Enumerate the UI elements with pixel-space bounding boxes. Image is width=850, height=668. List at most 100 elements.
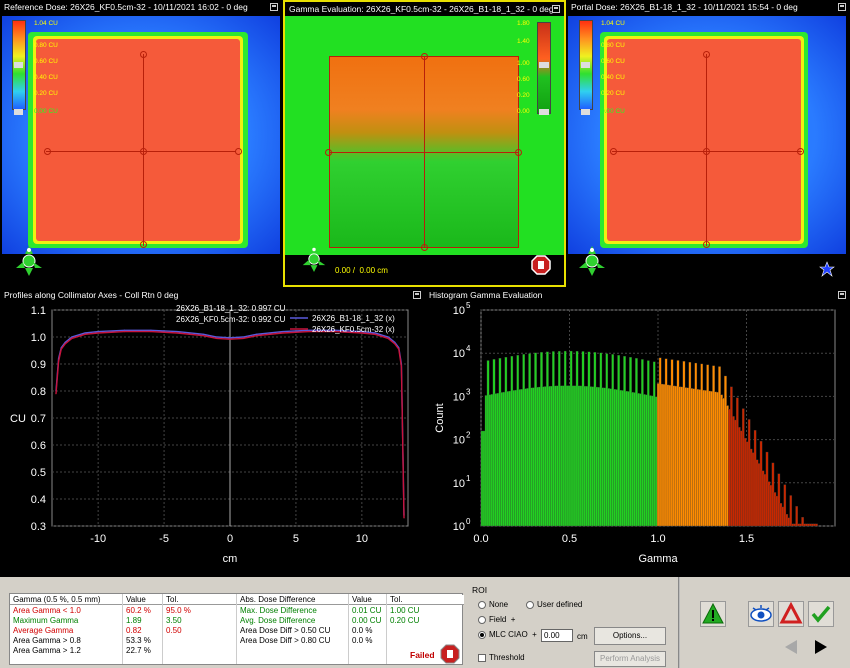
data-point (387, 337, 389, 339)
results-area: Gamma (0.5 %, 0.5 mm) Value Tol. Abs. Do… (0, 577, 850, 668)
y-tick-exponent: 5 (466, 302, 471, 310)
maximize-icon[interactable] (838, 3, 846, 11)
data-point (282, 331, 284, 333)
gantry-orientation-icon[interactable] (301, 246, 327, 272)
colorbar-label: 0.20 CU (601, 90, 625, 97)
table-row: Area Gamma > 1.2 22.7 % (10, 646, 236, 655)
data-point (123, 329, 126, 331)
y-tick-label: 0.8 (31, 386, 46, 398)
star-icon[interactable] (819, 261, 835, 277)
roi-field-radio[interactable]: Field + (478, 615, 515, 624)
data-point (64, 343, 66, 345)
roi-none-radio[interactable]: None (478, 600, 508, 609)
profile-readout-1: 26X26_B1-18_1_32: 0.997 CU (176, 304, 286, 313)
reference-colorbar[interactable]: 1.04 CU 0.80 CU 0.60 CU 0.40 CU 0.20 CU … (12, 20, 76, 120)
cell-value: 0.00 CU (352, 616, 382, 625)
roi-field-plus: + (510, 615, 516, 624)
roi-user-label: User defined (537, 600, 583, 609)
data-point (403, 517, 405, 519)
y-tick-label: 0.4 (31, 494, 46, 506)
colorbar-label: 0.80 CU (601, 42, 625, 49)
data-point (282, 332, 284, 334)
header-tol: Tol. (166, 595, 179, 604)
data-point (242, 337, 244, 339)
x-tick-label: 1.0 (650, 533, 665, 545)
roi-none-label: None (489, 600, 509, 609)
table-row: Avg. Dose Difference 0.00 CU 0.20 CU (10, 616, 464, 625)
header-value: Value (126, 595, 146, 604)
reference-dose-panel: Reference Dose: 26X26_KF0.5cm-32 - 10/11… (0, 0, 282, 287)
histogram-title: Histogram Gamma Evaluation (425, 288, 850, 302)
roi-margin-unit: cm (577, 632, 588, 641)
y-tick-base: 10 (453, 348, 465, 360)
gantry-orientation-icon[interactable] (577, 246, 607, 276)
data-point (216, 336, 218, 338)
maximize-icon[interactable] (838, 291, 846, 299)
gantry-orientation-icon[interactable] (14, 246, 44, 276)
portal-colorbar[interactable]: 1.04 CU 0.80 CU 0.60 CU 0.40 CU 0.20 CU … (579, 20, 643, 120)
data-point (84, 332, 86, 334)
delta-icon[interactable] (778, 601, 804, 627)
data-point (97, 332, 99, 334)
y-tick-exponent: 4 (466, 344, 471, 353)
data-point (394, 343, 396, 345)
x-tick-label: 0.5 (562, 533, 577, 545)
reference-dose-title: Reference Dose: 26X26_KF0.5cm-32 - 10/11… (0, 0, 282, 14)
data-point (176, 331, 178, 333)
y-tick-label: 1.0 (31, 332, 46, 344)
x-axis-label: cm (223, 553, 238, 565)
y-tick-exponent: 0 (466, 517, 471, 526)
y-tick-exponent: 1 (466, 474, 471, 483)
next-arrow-icon[interactable] (814, 639, 828, 655)
cell-tol: 0.20 CU (390, 616, 420, 625)
cell-label: Area Dose Diff > 0.50 CU (240, 626, 331, 635)
header-tol: Tol. (390, 595, 403, 604)
roi-user-radio[interactable]: User defined (526, 600, 582, 609)
accept-check-icon[interactable] (808, 601, 834, 627)
cell-label: Max. Dose Difference (240, 606, 317, 615)
data-point (216, 337, 218, 339)
table-header: Gamma (0.5 %, 0.5 mm) Value Tol. Abs. Do… (10, 595, 464, 604)
colorbar-label: 0.20 CU (34, 90, 58, 97)
gamma-histogram-chart[interactable]: 10 010 110 210 310 410 50.0 0.5 1.0 1.5GammaCount (425, 302, 850, 576)
data-point (150, 329, 152, 331)
histogram-bar (795, 506, 798, 527)
perform-analysis-button[interactable]: Perform Analysis (594, 651, 666, 667)
roi-margin-input[interactable]: 0.00 (541, 629, 573, 642)
data-point (71, 336, 73, 338)
y-axis-label: CU (10, 413, 26, 425)
y-tick-exponent: 3 (466, 387, 471, 396)
y-tick-label: 1.1 (31, 305, 46, 317)
data-point (84, 333, 86, 335)
threshold-checkbox[interactable]: Threshold (478, 653, 525, 662)
x-tick-label: 0.0 (473, 533, 488, 545)
profiles-title: Profiles along Collimator Axes - Coll Rt… (0, 288, 425, 302)
colorbar-label: 0.60 CU (34, 58, 58, 65)
x-tick-label: 1.5 (739, 533, 754, 545)
maximize-icon[interactable] (270, 3, 278, 11)
data-point (255, 333, 257, 335)
gamma-evaluation-panel: Gamma Evaluation: 26X26_KF0.5cm-32 - 26X… (283, 0, 566, 287)
cell-value: 22.7 % (126, 646, 151, 655)
profiles-panel: Profiles along Collimator Axes - Coll Rt… (0, 288, 425, 576)
y-axis-label: Count (434, 403, 446, 432)
data-point (308, 329, 310, 331)
options-button[interactable]: Options... (594, 627, 666, 645)
data-point (150, 331, 152, 333)
fail-stop-icon[interactable] (531, 255, 551, 275)
profiles-chart[interactable]: 0.3 0.4 0.5 0.6 0.7 0.8 0.9 1.0 1.1 -10 -5 0 5 10 26X2… (0, 302, 425, 576)
warning-icon[interactable] (700, 601, 726, 627)
gamma-colorbar[interactable]: 1.80 1.40 1.00 0.60 0.20 0.00 (513, 20, 563, 120)
view-eye-icon[interactable] (748, 601, 774, 627)
portal-dose-panel: Portal Dose: 26X26_B1-18_1_32 - 10/11/20… (567, 0, 850, 287)
data-point (57, 360, 60, 362)
data-point (229, 337, 231, 339)
data-point (387, 336, 389, 338)
maximize-icon[interactable] (413, 291, 421, 299)
previous-arrow-icon[interactable] (784, 639, 798, 655)
roi-group: ROI None User defined Field + MLC CIAO +… (470, 585, 676, 667)
maximize-icon[interactable] (552, 5, 560, 13)
threshold-label: Threshold (489, 653, 525, 662)
roi-mlc-radio[interactable]: MLC CIAO + (478, 630, 537, 639)
cell-value: 0.01 CU (352, 606, 382, 615)
